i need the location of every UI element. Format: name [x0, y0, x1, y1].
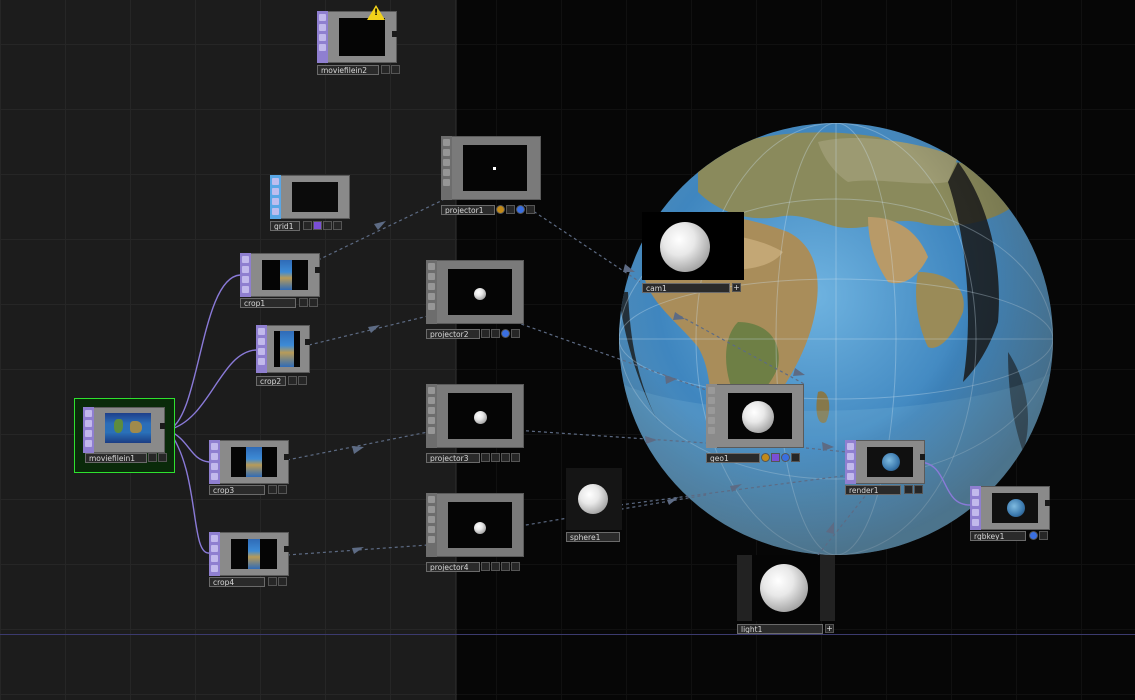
node-crop1[interactable]: crop1	[240, 253, 320, 309]
network-divider-line	[0, 634, 1135, 635]
node-label[interactable]: geo1	[706, 453, 760, 463]
node-label[interactable]: projector4	[426, 562, 480, 572]
network-grid-left	[0, 0, 457, 700]
node-moviefilein1[interactable]: moviefilein1	[74, 398, 175, 473]
node-crop4[interactable]: crop4	[209, 532, 289, 588]
node-label[interactable]: cam1	[642, 283, 730, 293]
node-projector1[interactable]: projector1	[441, 136, 541, 216]
node-viewer	[992, 493, 1038, 523]
node-label[interactable]: projector2	[426, 329, 480, 339]
node-projector2[interactable]: projector2	[426, 260, 526, 340]
node-label[interactable]: moviefilein2	[317, 65, 379, 75]
node-projector3[interactable]: projector3	[426, 384, 526, 464]
node-label[interactable]: rgbkey1	[970, 531, 1026, 541]
plus-icon[interactable]: +	[825, 624, 834, 633]
node-label[interactable]: grid1	[270, 221, 300, 231]
node-light1[interactable]: light1 +	[737, 555, 835, 635]
node-projector4[interactable]: projector4	[426, 493, 526, 573]
node-viewer	[867, 447, 913, 477]
node-crop2[interactable]: crop2	[256, 325, 312, 387]
node-label[interactable]: moviefilein1	[85, 453, 147, 463]
warning-icon[interactable]: !	[367, 5, 385, 20]
node-rgbkey1[interactable]: rgbkey1	[970, 486, 1050, 542]
node-label[interactable]: sphere1	[566, 532, 620, 542]
node-cam1[interactable]: cam1 +	[642, 212, 744, 294]
node-viewer	[448, 393, 512, 439]
node-moviefilein2[interactable]: moviefilein2 !	[317, 5, 400, 77]
node-sphere1[interactable]: sphere1	[566, 468, 622, 542]
node-viewer	[448, 502, 512, 548]
node-viewer	[292, 182, 338, 212]
node-label[interactable]: crop2	[256, 376, 286, 386]
node-label[interactable]: projector3	[426, 453, 480, 463]
node-viewer	[737, 555, 835, 621]
node-label[interactable]: render1	[845, 485, 901, 495]
node-geo1[interactable]: geo1	[706, 384, 806, 464]
node-viewer	[274, 331, 300, 367]
network-editor[interactable]: moviefilein2 ! grid1 crop1 crop2 moviefi…	[0, 0, 1135, 700]
node-render1[interactable]: render1	[845, 440, 927, 496]
node-viewer	[642, 212, 744, 280]
node-viewer	[728, 393, 792, 439]
node-viewer	[339, 18, 385, 56]
node-viewer	[566, 468, 622, 530]
node-viewer	[231, 447, 277, 477]
node-viewer	[231, 539, 277, 569]
node-grid1[interactable]: grid1	[270, 175, 350, 231]
plus-icon[interactable]: +	[732, 283, 741, 292]
node-label[interactable]: crop3	[209, 485, 265, 495]
node-label[interactable]: crop4	[209, 577, 265, 587]
node-crop3[interactable]: crop3	[209, 440, 289, 496]
node-label[interactable]: light1	[737, 624, 823, 634]
node-viewer	[448, 269, 512, 315]
node-label[interactable]: projector1	[441, 205, 495, 215]
node-label[interactable]: crop1	[240, 298, 296, 308]
node-viewer	[262, 260, 308, 290]
node-viewer	[463, 145, 527, 191]
node-viewer	[105, 413, 151, 443]
